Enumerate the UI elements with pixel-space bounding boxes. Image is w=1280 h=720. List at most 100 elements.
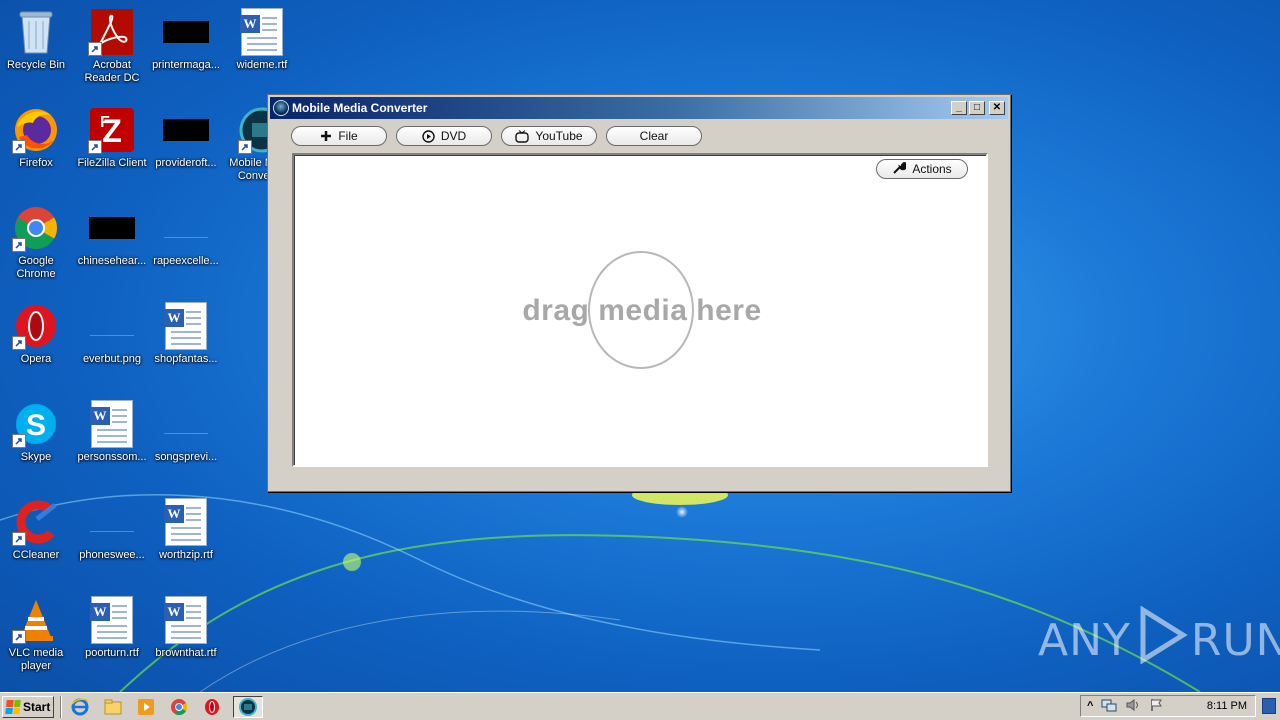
opera-icon (12, 302, 60, 350)
actions-button-label: Actions (912, 162, 952, 176)
app-icon (273, 100, 289, 116)
word-document-icon: W (238, 8, 286, 56)
desktop-icon-label: CCleaner (12, 549, 60, 561)
desktop-icon-wideme[interactable]: W wideme.rtf (224, 2, 300, 94)
show-desktop-button[interactable] (1262, 698, 1276, 714)
desktop-icon-chinesehear[interactable]: chinesehear... (74, 198, 150, 290)
desktop-icon-brownthat[interactable]: W brownthat.rtf (148, 590, 224, 682)
desktop-icon-label: wideme.rtf (236, 59, 288, 71)
shortcut-arrow-icon (12, 532, 26, 546)
system-tray: ^ 8:11 PM (1080, 695, 1256, 717)
add-file-button[interactable]: File (291, 126, 387, 146)
internet-explorer-icon[interactable] (68, 696, 92, 718)
file-explorer-icon[interactable] (101, 696, 125, 718)
shortcut-arrow-icon (12, 238, 26, 252)
desktop-icon-label: shopfantas... (154, 353, 218, 365)
title-bar[interactable]: Mobile Media Converter _ □ ✕ (270, 97, 1008, 119)
action-center-flag-icon[interactable] (1149, 698, 1163, 715)
start-label: Start (23, 699, 51, 714)
here-word: here (696, 294, 762, 327)
opera-taskbar-icon[interactable] (200, 696, 224, 718)
youtube-button[interactable]: YouTube (501, 126, 597, 146)
firefox-icon (12, 106, 60, 154)
desktop-icon-personssom[interactable]: W personssom... (74, 394, 150, 486)
file-icon (88, 204, 136, 252)
desktop-icon-worthzip[interactable]: W worthzip.rtf (148, 492, 224, 584)
word-document-icon: W (88, 596, 136, 644)
word-document-icon: W (162, 596, 210, 644)
file-icon (162, 106, 210, 154)
desktop-icon-everbut[interactable]: everbut.png (74, 296, 150, 388)
desktop-icon-poorturn[interactable]: W poorturn.rtf (74, 590, 150, 682)
play-triangle-icon (1133, 604, 1189, 675)
desktop-icon-label: Firefox (19, 157, 53, 169)
play-disc-icon (422, 129, 435, 143)
dvd-button-label: DVD (440, 129, 467, 143)
shortcut-arrow-icon (88, 42, 102, 56)
toolbar: File DVD YouTube Clear (268, 119, 1010, 151)
word-document-icon: W (162, 498, 210, 546)
skype-icon: S (12, 400, 60, 448)
acrobat-icon (88, 8, 136, 56)
filezilla-icon: ZF (88, 106, 136, 154)
media-drop-zone[interactable]: Actions drag media here (292, 153, 988, 467)
youtube-button-label: YouTube (535, 129, 583, 143)
maximize-button[interactable]: □ (969, 101, 985, 115)
desktop-icon-provideroft[interactable]: provideroft... (148, 100, 224, 192)
dvd-button[interactable]: DVD (396, 126, 492, 146)
desktop-icon-firefox[interactable]: Firefox (0, 100, 74, 192)
desktop-icon-label: brownthat.rtf (155, 647, 217, 659)
desktop-icon-label: Skype (20, 451, 52, 463)
desktop-icon-rapeexcelle[interactable]: rapeexcelle... (148, 198, 224, 290)
word-document-icon: W (162, 302, 210, 350)
actions-button[interactable]: Actions (876, 159, 968, 179)
desktop-icon-shopfantas[interactable]: W shopfantas... (148, 296, 224, 388)
close-button[interactable]: ✕ (989, 101, 1005, 115)
start-button[interactable]: Start (2, 695, 54, 718)
desktop-icon-label: Recycle Bin (6, 59, 66, 71)
desktop-icon-ccleaner[interactable]: CCleaner (0, 492, 74, 584)
desktop-icon-recycle-bin[interactable]: Recycle Bin (0, 2, 74, 94)
file-icon (162, 400, 210, 448)
media-player-icon[interactable] (134, 696, 158, 718)
desktop-icon-filezilla[interactable]: ZF FileZilla Client (74, 100, 150, 192)
image-file-icon (88, 302, 136, 350)
shortcut-arrow-icon (12, 630, 26, 644)
desktop-icon-label: songsprevi... (154, 451, 218, 463)
desktop-icon-chrome[interactable]: Google Chrome (0, 198, 74, 290)
chrome-icon (12, 204, 60, 252)
drag-word: drag (522, 294, 590, 327)
desktop-icon-opera[interactable]: Opera (0, 296, 74, 388)
volume-icon[interactable] (1125, 698, 1141, 715)
desktop-icon-label: poorturn.rtf (85, 647, 139, 659)
desktop-icon-label: phoneswee... (79, 549, 145, 561)
desktop-icon-skype[interactable]: S Skype (0, 394, 74, 486)
network-icon[interactable] (1101, 698, 1117, 715)
windows-logo-icon (5, 699, 21, 714)
desktop-icon-songsprevi[interactable]: songsprevi... (148, 394, 224, 486)
desktop-icon-label: everbut.png (82, 353, 142, 365)
minimize-button[interactable]: _ (951, 101, 967, 115)
taskbar-separator (60, 695, 62, 718)
file-icon (88, 498, 136, 546)
wrench-icon (892, 161, 908, 178)
desktop-icon-phoneswee[interactable]: phoneswee... (74, 492, 150, 584)
desktop-icon-printermaga[interactable]: printermaga... (148, 2, 224, 94)
desktop-icon-vlc[interactable]: VLC media player (0, 590, 74, 682)
word-document-icon: W (88, 400, 136, 448)
shortcut-arrow-icon (12, 336, 26, 350)
file-icon (162, 204, 210, 252)
desktop-icon-label: printermaga... (152, 59, 220, 71)
clear-button[interactable]: Clear (606, 126, 702, 146)
shortcut-arrow-icon (238, 140, 252, 154)
svg-text:F: F (100, 114, 110, 131)
chrome-taskbar-icon[interactable] (167, 696, 191, 718)
show-hidden-icons-button[interactable]: ^ (1087, 700, 1093, 712)
drag-media-text: drag media here (522, 294, 761, 328)
mobile-media-converter-task[interactable] (233, 695, 263, 718)
desktop-icon-label: provideroft... (155, 157, 217, 169)
mobile-media-converter-window: Mobile Media Converter _ □ ✕ File DVD Yo… (267, 94, 1011, 492)
clock[interactable]: 8:11 PM (1207, 700, 1247, 712)
svg-text:S: S (26, 409, 46, 442)
desktop-icon-acrobat[interactable]: Acrobat Reader DC (74, 2, 150, 94)
